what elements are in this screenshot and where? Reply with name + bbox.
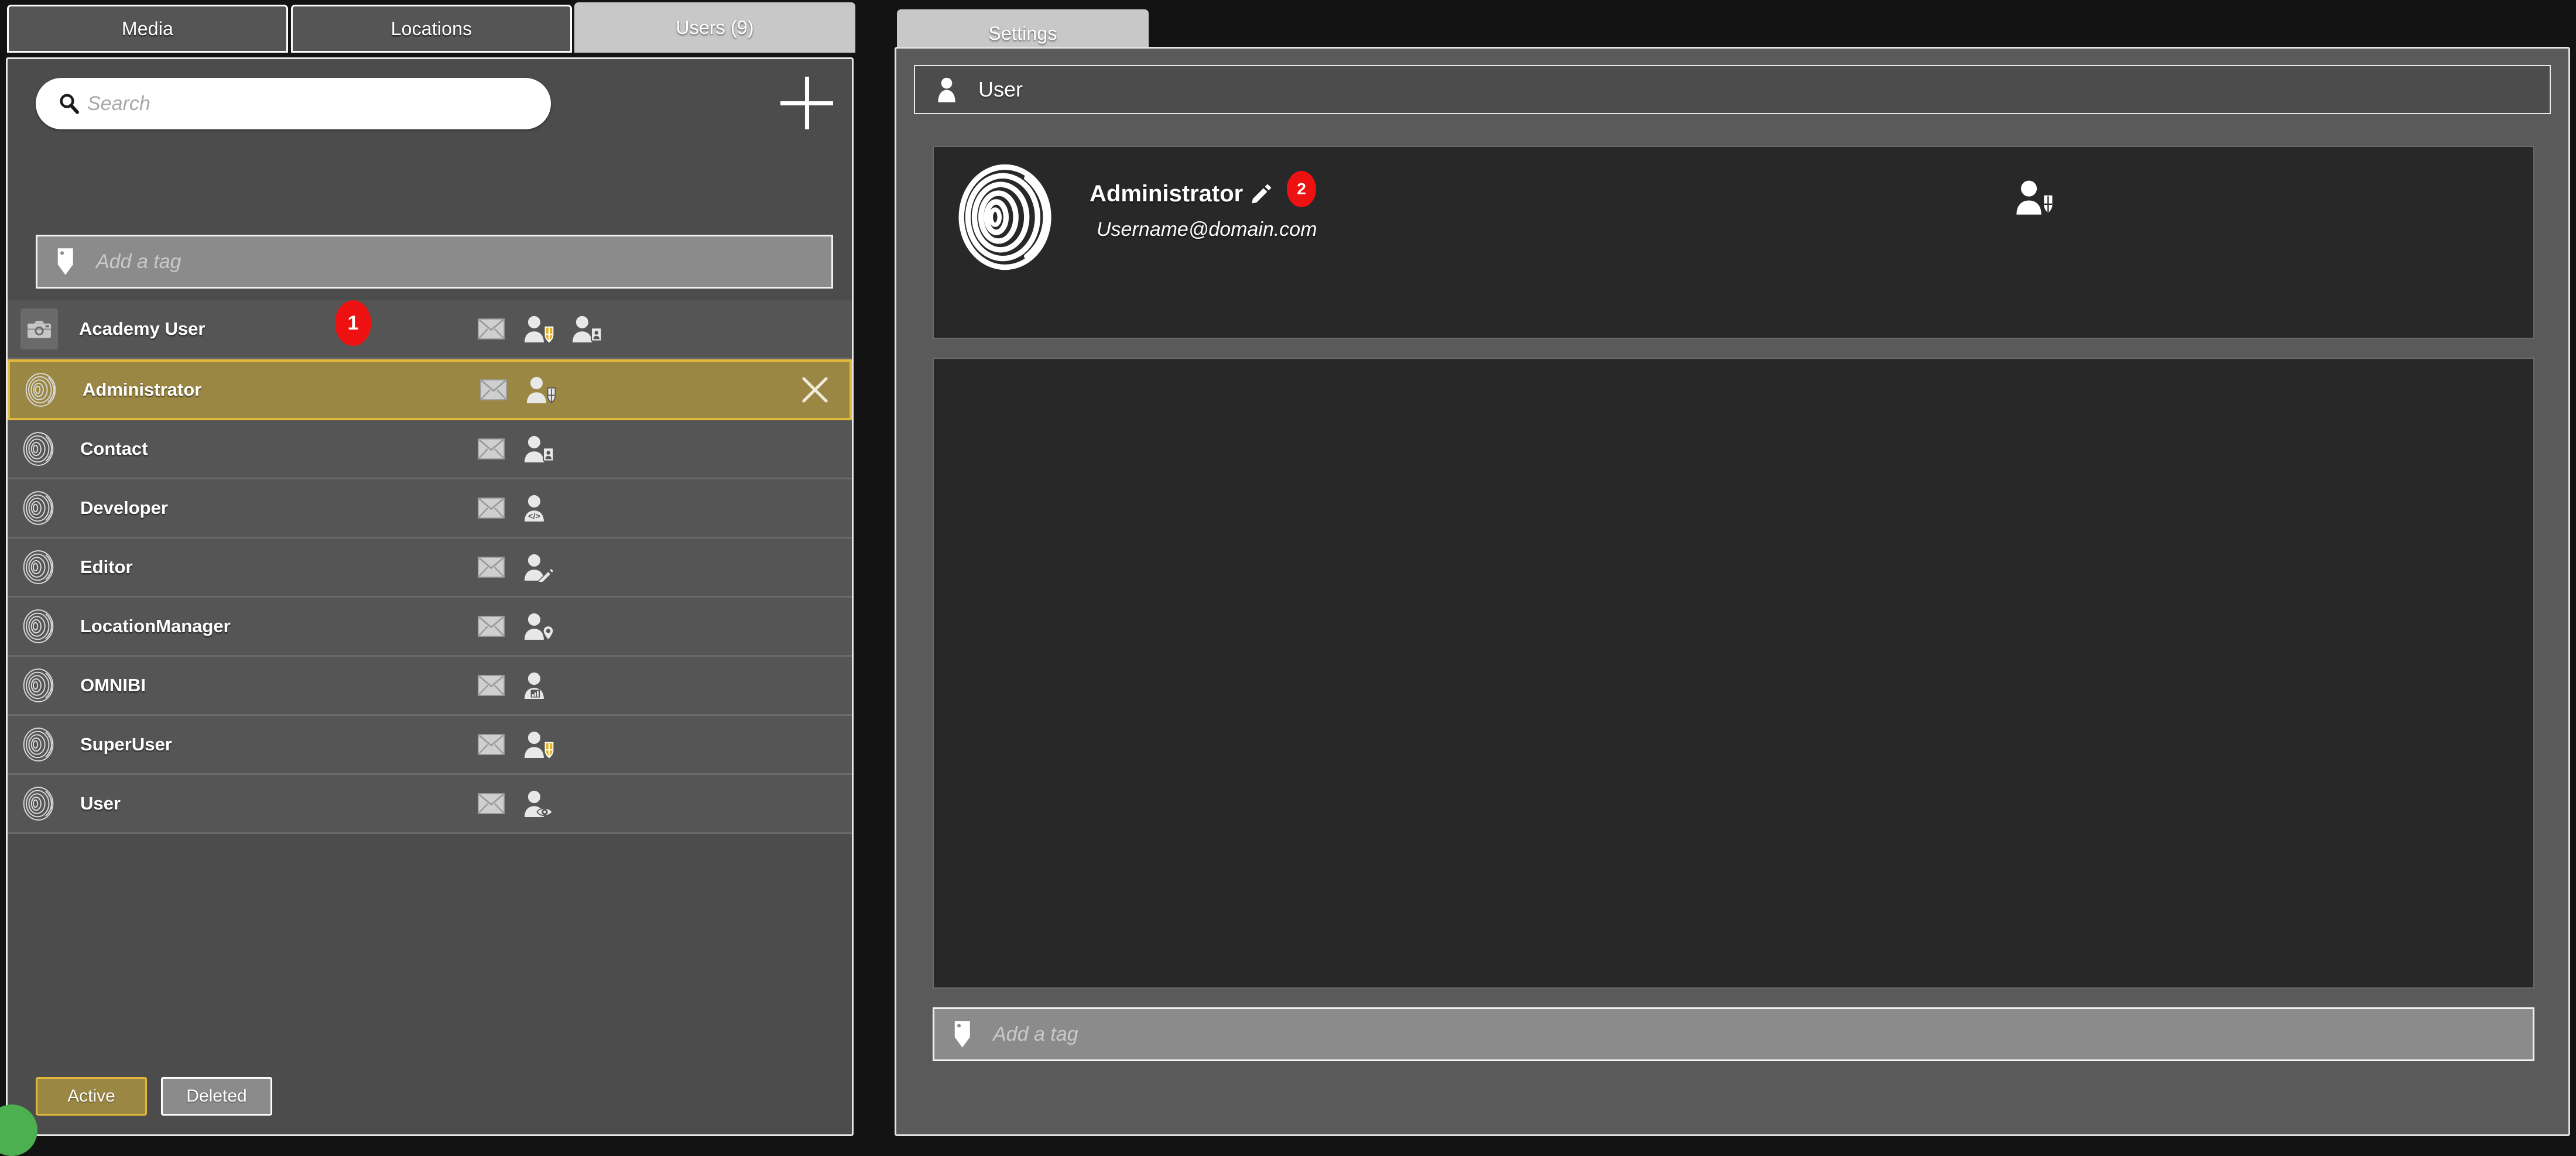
- search-input[interactable]: Search: [36, 78, 551, 129]
- status-filter-group: Active Deleted: [36, 1077, 272, 1116]
- user-list: Academy User Administrator Contact Develope…: [8, 300, 852, 834]
- user-row-icons: </>: [476, 479, 554, 537]
- envelope-icon[interactable]: [476, 790, 506, 817]
- avatar: [22, 431, 58, 467]
- tag-filter-input[interactable]: Add a tag: [36, 235, 833, 289]
- tab-settings-label: Settings: [988, 22, 1057, 44]
- avatar: [22, 608, 58, 644]
- search-row: Search: [8, 59, 852, 135]
- envelope-icon[interactable]: [476, 554, 506, 581]
- fingerprint-icon: [955, 162, 1064, 272]
- avatar: [22, 490, 58, 526]
- pencil-icon[interactable]: [1250, 182, 1272, 204]
- camera-icon: [20, 308, 58, 349]
- user-row[interactable]: Contact: [8, 420, 852, 479]
- user-shield-icon[interactable]: [2013, 176, 2055, 218]
- user-row-icons: [476, 657, 554, 714]
- user-row-name: Contact: [80, 438, 148, 459]
- user-idcard-icon[interactable]: [570, 314, 602, 344]
- tag-icon: [951, 1019, 978, 1049]
- filter-active-button[interactable]: Active: [36, 1077, 147, 1116]
- user-idcard-icon[interactable]: [522, 434, 554, 464]
- user-row-icons: [476, 300, 602, 358]
- users-list-panel: Search Add a tag Academy User Administrat…: [6, 57, 854, 1136]
- user-eye-icon[interactable]: [522, 789, 554, 818]
- user-pin-icon[interactable]: [522, 612, 554, 641]
- user-code-icon[interactable]: </>: [522, 493, 554, 523]
- tab-media[interactable]: Media: [7, 5, 288, 53]
- user-row[interactable]: Developer </>: [8, 479, 852, 538]
- envelope-icon[interactable]: [476, 613, 506, 640]
- search-icon: [57, 91, 81, 116]
- detail-tag-input[interactable]: Add a tag: [933, 1007, 2534, 1061]
- tab-locations-label: Locations: [390, 18, 472, 39]
- user-row-name: Developer: [80, 498, 168, 518]
- user-row-icons: [476, 420, 554, 478]
- avatar: [22, 549, 58, 585]
- detail-panel-header: User: [914, 65, 2551, 114]
- user-row-name: Administrator: [83, 379, 202, 400]
- add-user-button[interactable]: [780, 77, 833, 129]
- user-row-name: Academy User: [79, 318, 205, 339]
- detail-user-name: Administrator: [1090, 181, 1244, 207]
- user-pencil-icon[interactable]: [522, 553, 554, 582]
- application-window: Media Locations Users (9) Settings Searc…: [0, 0, 2576, 1156]
- detail-tag-placeholder: Add a tag: [993, 1023, 1078, 1045]
- tag-filter-placeholder: Add a tag: [96, 250, 181, 273]
- envelope-icon[interactable]: [476, 672, 506, 699]
- annotation-badge-1: 1: [335, 300, 371, 346]
- envelope-icon[interactable]: [476, 731, 506, 758]
- avatar: [22, 785, 58, 822]
- user-row-icons: [476, 598, 554, 655]
- svg-text:</>: </>: [528, 512, 540, 521]
- user-row[interactable]: OMNIBI: [8, 657, 852, 716]
- tab-locations[interactable]: Locations: [291, 5, 572, 53]
- user-shield-gold-icon[interactable]: [522, 730, 554, 759]
- envelope-icon[interactable]: [478, 376, 509, 403]
- user-icon: [935, 76, 958, 104]
- avatar: [22, 726, 58, 763]
- tab-users[interactable]: Users (9): [574, 2, 855, 53]
- annotation-badge-2-label: 2: [1297, 180, 1306, 198]
- user-row-name: OMNIBI: [80, 675, 146, 695]
- filter-deleted-label: Deleted: [186, 1086, 247, 1106]
- avatar: [22, 667, 58, 704]
- user-row-name: SuperUser: [80, 734, 172, 754]
- user-row-icons: [478, 362, 557, 418]
- user-row[interactable]: Editor: [8, 538, 852, 598]
- envelope-icon[interactable]: [476, 435, 506, 462]
- filter-deleted-button[interactable]: Deleted: [161, 1077, 272, 1116]
- detail-panel-title: User: [978, 77, 1023, 101]
- close-icon[interactable]: [801, 376, 828, 403]
- user-row[interactable]: LocationManager: [8, 598, 852, 657]
- user-row-icons: [476, 716, 554, 773]
- user-detail-panel: User Administrator Username@domain.com A…: [895, 47, 2570, 1136]
- user-content-area: [933, 358, 2534, 989]
- user-row-icons: [476, 775, 554, 832]
- detail-user-email: Username@domain.com: [1097, 218, 1317, 241]
- user-row[interactable]: Administrator: [8, 359, 852, 420]
- user-row-name: User: [80, 793, 121, 814]
- user-row-name: LocationManager: [80, 616, 231, 636]
- envelope-icon[interactable]: [476, 495, 506, 522]
- annotation-badge-2: 2: [1287, 171, 1316, 207]
- tab-users-label: Users (9): [676, 16, 754, 38]
- tab-media-label: Media: [121, 18, 174, 39]
- tag-icon: [54, 246, 81, 277]
- envelope-icon[interactable]: [476, 315, 506, 342]
- user-shield-icon[interactable]: [524, 375, 557, 404]
- user-row[interactable]: User: [8, 775, 852, 834]
- filter-active-label: Active: [67, 1086, 115, 1106]
- search-placeholder: Search: [87, 92, 150, 115]
- user-row-icons: [476, 538, 554, 596]
- avatar: [24, 372, 60, 408]
- user-row[interactable]: Academy User: [8, 300, 852, 359]
- user-shield-gold-icon[interactable]: [522, 314, 554, 344]
- annotation-badge-1-label: 1: [347, 311, 359, 334]
- user-chart-icon[interactable]: [522, 671, 554, 700]
- user-row[interactable]: SuperUser: [8, 716, 852, 775]
- user-row-name: Editor: [80, 557, 133, 577]
- user-detail-card: Administrator Username@domain.com: [933, 146, 2534, 339]
